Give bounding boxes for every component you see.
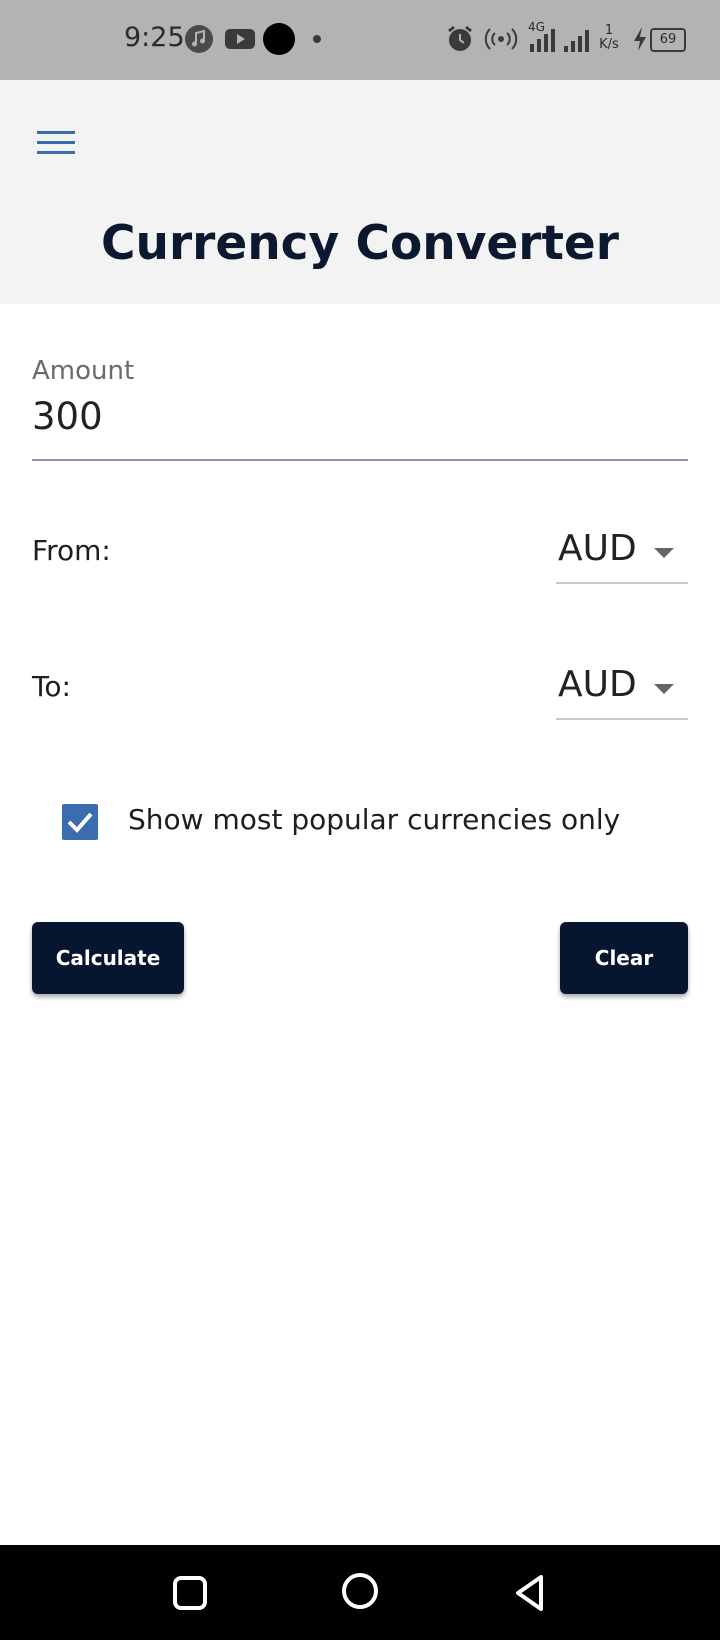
network-speed-value: 1 bbox=[604, 23, 614, 38]
hotspot-icon bbox=[484, 28, 518, 50]
battery-level: 69 bbox=[659, 32, 677, 47]
navigation-bar bbox=[0, 1545, 720, 1640]
popular-currencies-checkbox[interactable] bbox=[62, 804, 98, 840]
to-select-underline bbox=[556, 718, 688, 720]
from-currency-value: AUD bbox=[558, 528, 637, 569]
check-icon bbox=[67, 812, 93, 833]
home-icon[interactable] bbox=[340, 1569, 380, 1613]
hamburger-menu-icon[interactable] bbox=[37, 128, 75, 156]
from-label: From: bbox=[32, 534, 111, 567]
clear-button[interactable]: Clear bbox=[560, 922, 688, 994]
music-icon bbox=[185, 25, 213, 53]
status-bar: 9:25 4G 1 K/s 69 bbox=[0, 0, 720, 80]
to-currency-select[interactable]: AUD bbox=[556, 664, 688, 720]
signal-4g-icon bbox=[530, 29, 555, 52]
status-time: 9:25 bbox=[124, 22, 185, 53]
youtube-icon bbox=[225, 29, 255, 49]
dot-icon bbox=[313, 35, 321, 43]
to-label: To: bbox=[32, 670, 71, 703]
camera-dot-icon bbox=[263, 23, 295, 55]
app-header: Currency Converter bbox=[0, 80, 720, 304]
network-speed-icon: 1 K/s bbox=[596, 24, 622, 52]
back-icon[interactable] bbox=[510, 1573, 550, 1613]
amount-label: Amount bbox=[32, 356, 135, 386]
from-currency-select[interactable]: AUD bbox=[556, 528, 688, 584]
calculate-button[interactable]: Calculate bbox=[32, 922, 184, 994]
battery-icon: 69 bbox=[650, 28, 686, 52]
page-title: Currency Converter bbox=[101, 216, 619, 271]
to-currency-value: AUD bbox=[558, 664, 637, 705]
amount-underline bbox=[32, 459, 688, 461]
from-select-underline bbox=[556, 582, 688, 584]
signal-icon bbox=[564, 30, 589, 52]
alarm-icon bbox=[448, 25, 472, 51]
amount-input[interactable] bbox=[32, 392, 688, 440]
menu-button[interactable] bbox=[30, 116, 82, 168]
network-speed-unit: K/s bbox=[599, 37, 619, 52]
recent-apps-icon[interactable] bbox=[170, 1573, 210, 1613]
chevron-down-icon bbox=[654, 548, 674, 558]
charging-icon bbox=[634, 27, 646, 51]
popular-currencies-label[interactable]: Show most popular currencies only bbox=[128, 803, 620, 836]
chevron-down-icon bbox=[654, 684, 674, 694]
